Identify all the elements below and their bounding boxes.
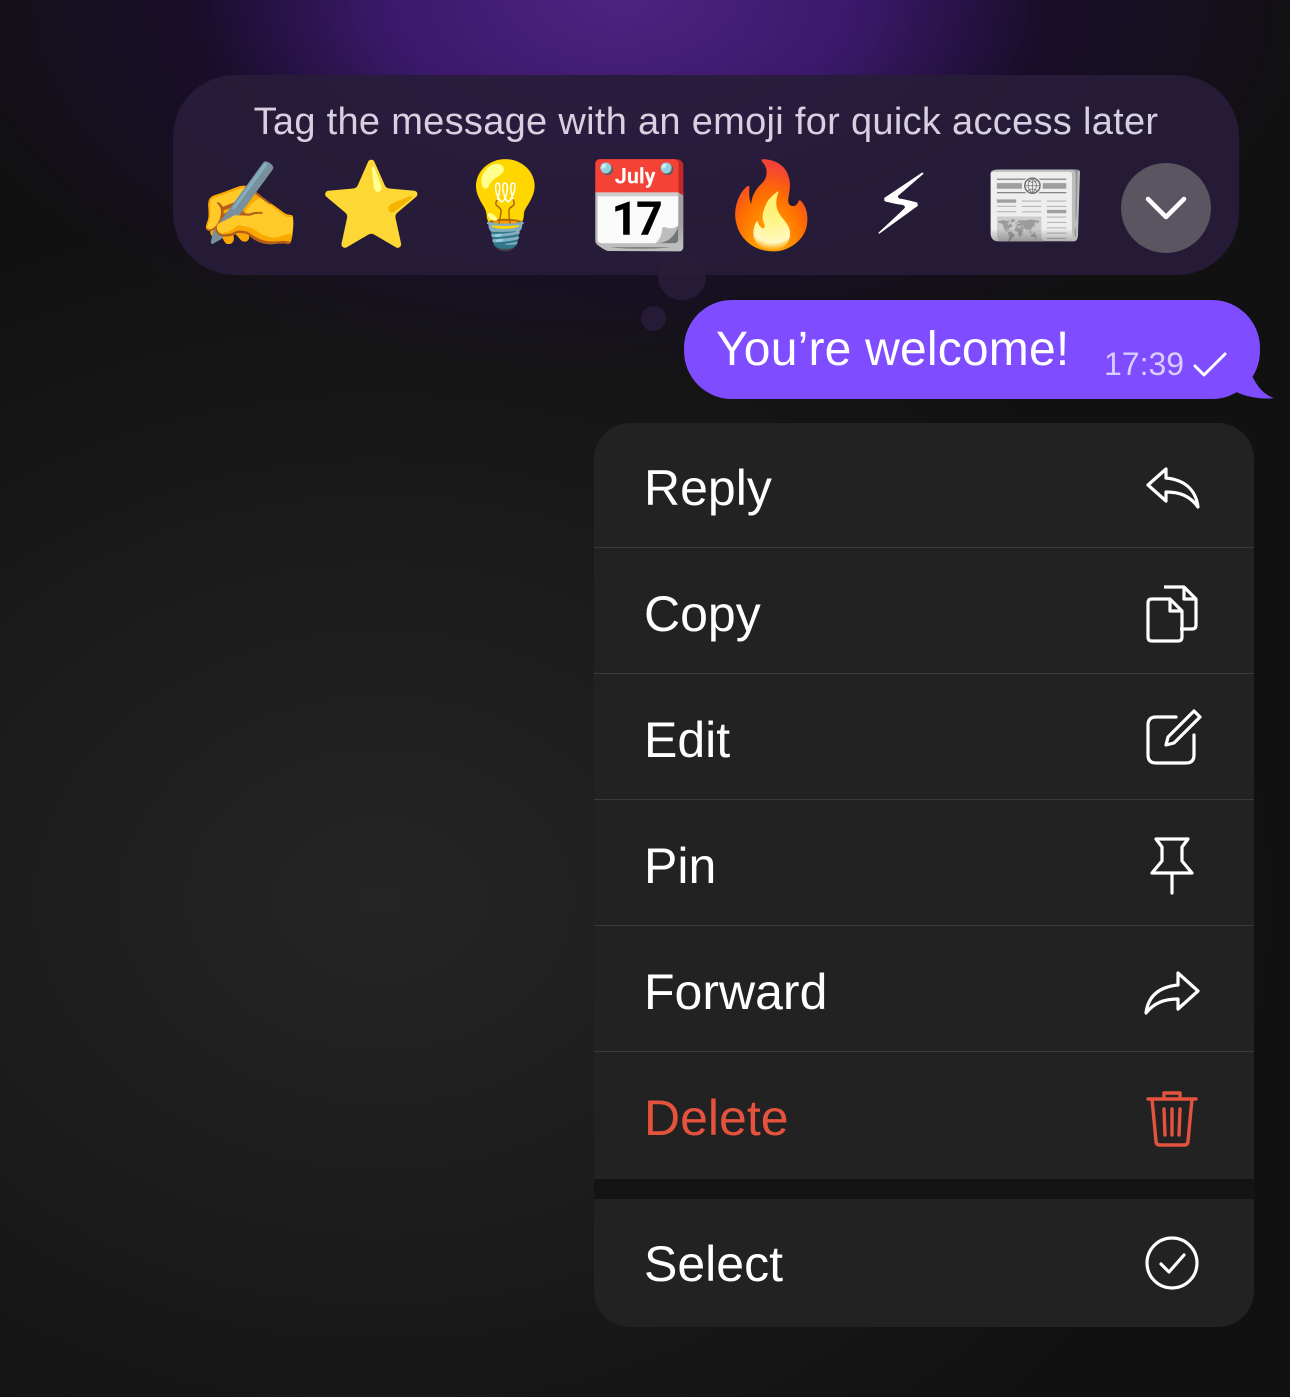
copy-icon — [1146, 585, 1198, 643]
context-menu: Reply Copy Edit Pin Forward Delete Selec… — [594, 423, 1254, 1327]
emoji-row: ✍️ ⭐ 💡 📆 🔥 ⚡ 📰 — [197, 155, 1213, 257]
lightning-emoji[interactable]: ⚡ — [851, 155, 951, 255]
menu-separator — [594, 1179, 1254, 1199]
message-time: 17:39 — [1104, 346, 1185, 382]
menu-select-group: Select — [594, 1199, 1254, 1327]
menu-item-forward[interactable]: Forward — [594, 927, 1254, 1052]
menu-item-label: Reply — [644, 460, 772, 516]
writing-hand-emoji[interactable]: ✍️ — [197, 155, 302, 255]
fire-emoji[interactable]: 🔥 — [719, 155, 824, 255]
menu-item-label: Edit — [644, 712, 731, 768]
expand-emoji-button[interactable] — [1121, 163, 1211, 253]
menu-item-edit[interactable]: Edit — [594, 675, 1254, 800]
calendar-emoji[interactable]: 📆 — [587, 155, 692, 255]
newspaper-emoji[interactable]: 📰 — [983, 155, 1088, 255]
chevron-down-icon — [1145, 196, 1187, 220]
checkmark-icon — [1193, 352, 1227, 377]
bubble-dot-small — [641, 306, 666, 331]
menu-item-reply[interactable]: Reply — [594, 423, 1254, 548]
menu-item-delete[interactable]: Delete — [594, 1053, 1254, 1178]
edit-icon — [1146, 709, 1202, 765]
menu-main-group: Reply Copy Edit Pin Forward Delete — [594, 423, 1254, 1179]
menu-item-copy[interactable]: Copy — [594, 549, 1254, 674]
trash-icon — [1146, 1091, 1198, 1147]
tag-bar-title: Tag the message with an emoji for quick … — [253, 101, 1159, 143]
bubble-dot-large — [658, 254, 706, 300]
menu-item-label: Delete — [644, 1090, 789, 1146]
menu-item-label: Pin — [644, 838, 717, 894]
emoji-tag-bar: Tag the message with an emoji for quick … — [173, 75, 1239, 275]
menu-item-pin[interactable]: Pin — [594, 801, 1254, 926]
menu-item-label: Select — [644, 1236, 783, 1292]
checkmark-circle-icon — [1145, 1236, 1199, 1290]
light-bulb-emoji[interactable]: 💡 — [453, 155, 558, 255]
star-emoji[interactable]: ⭐ — [319, 155, 424, 255]
menu-item-label: Forward — [644, 964, 828, 1020]
reply-icon — [1146, 467, 1200, 509]
message-bubble[interactable]: You’re welcome! 17:39 — [684, 300, 1260, 399]
forward-icon — [1144, 971, 1200, 1015]
message-text: You’re welcome! — [716, 323, 1070, 376]
pin-icon — [1150, 837, 1194, 895]
menu-item-label: Copy — [644, 586, 761, 642]
menu-item-select[interactable]: Select — [594, 1199, 1254, 1324]
